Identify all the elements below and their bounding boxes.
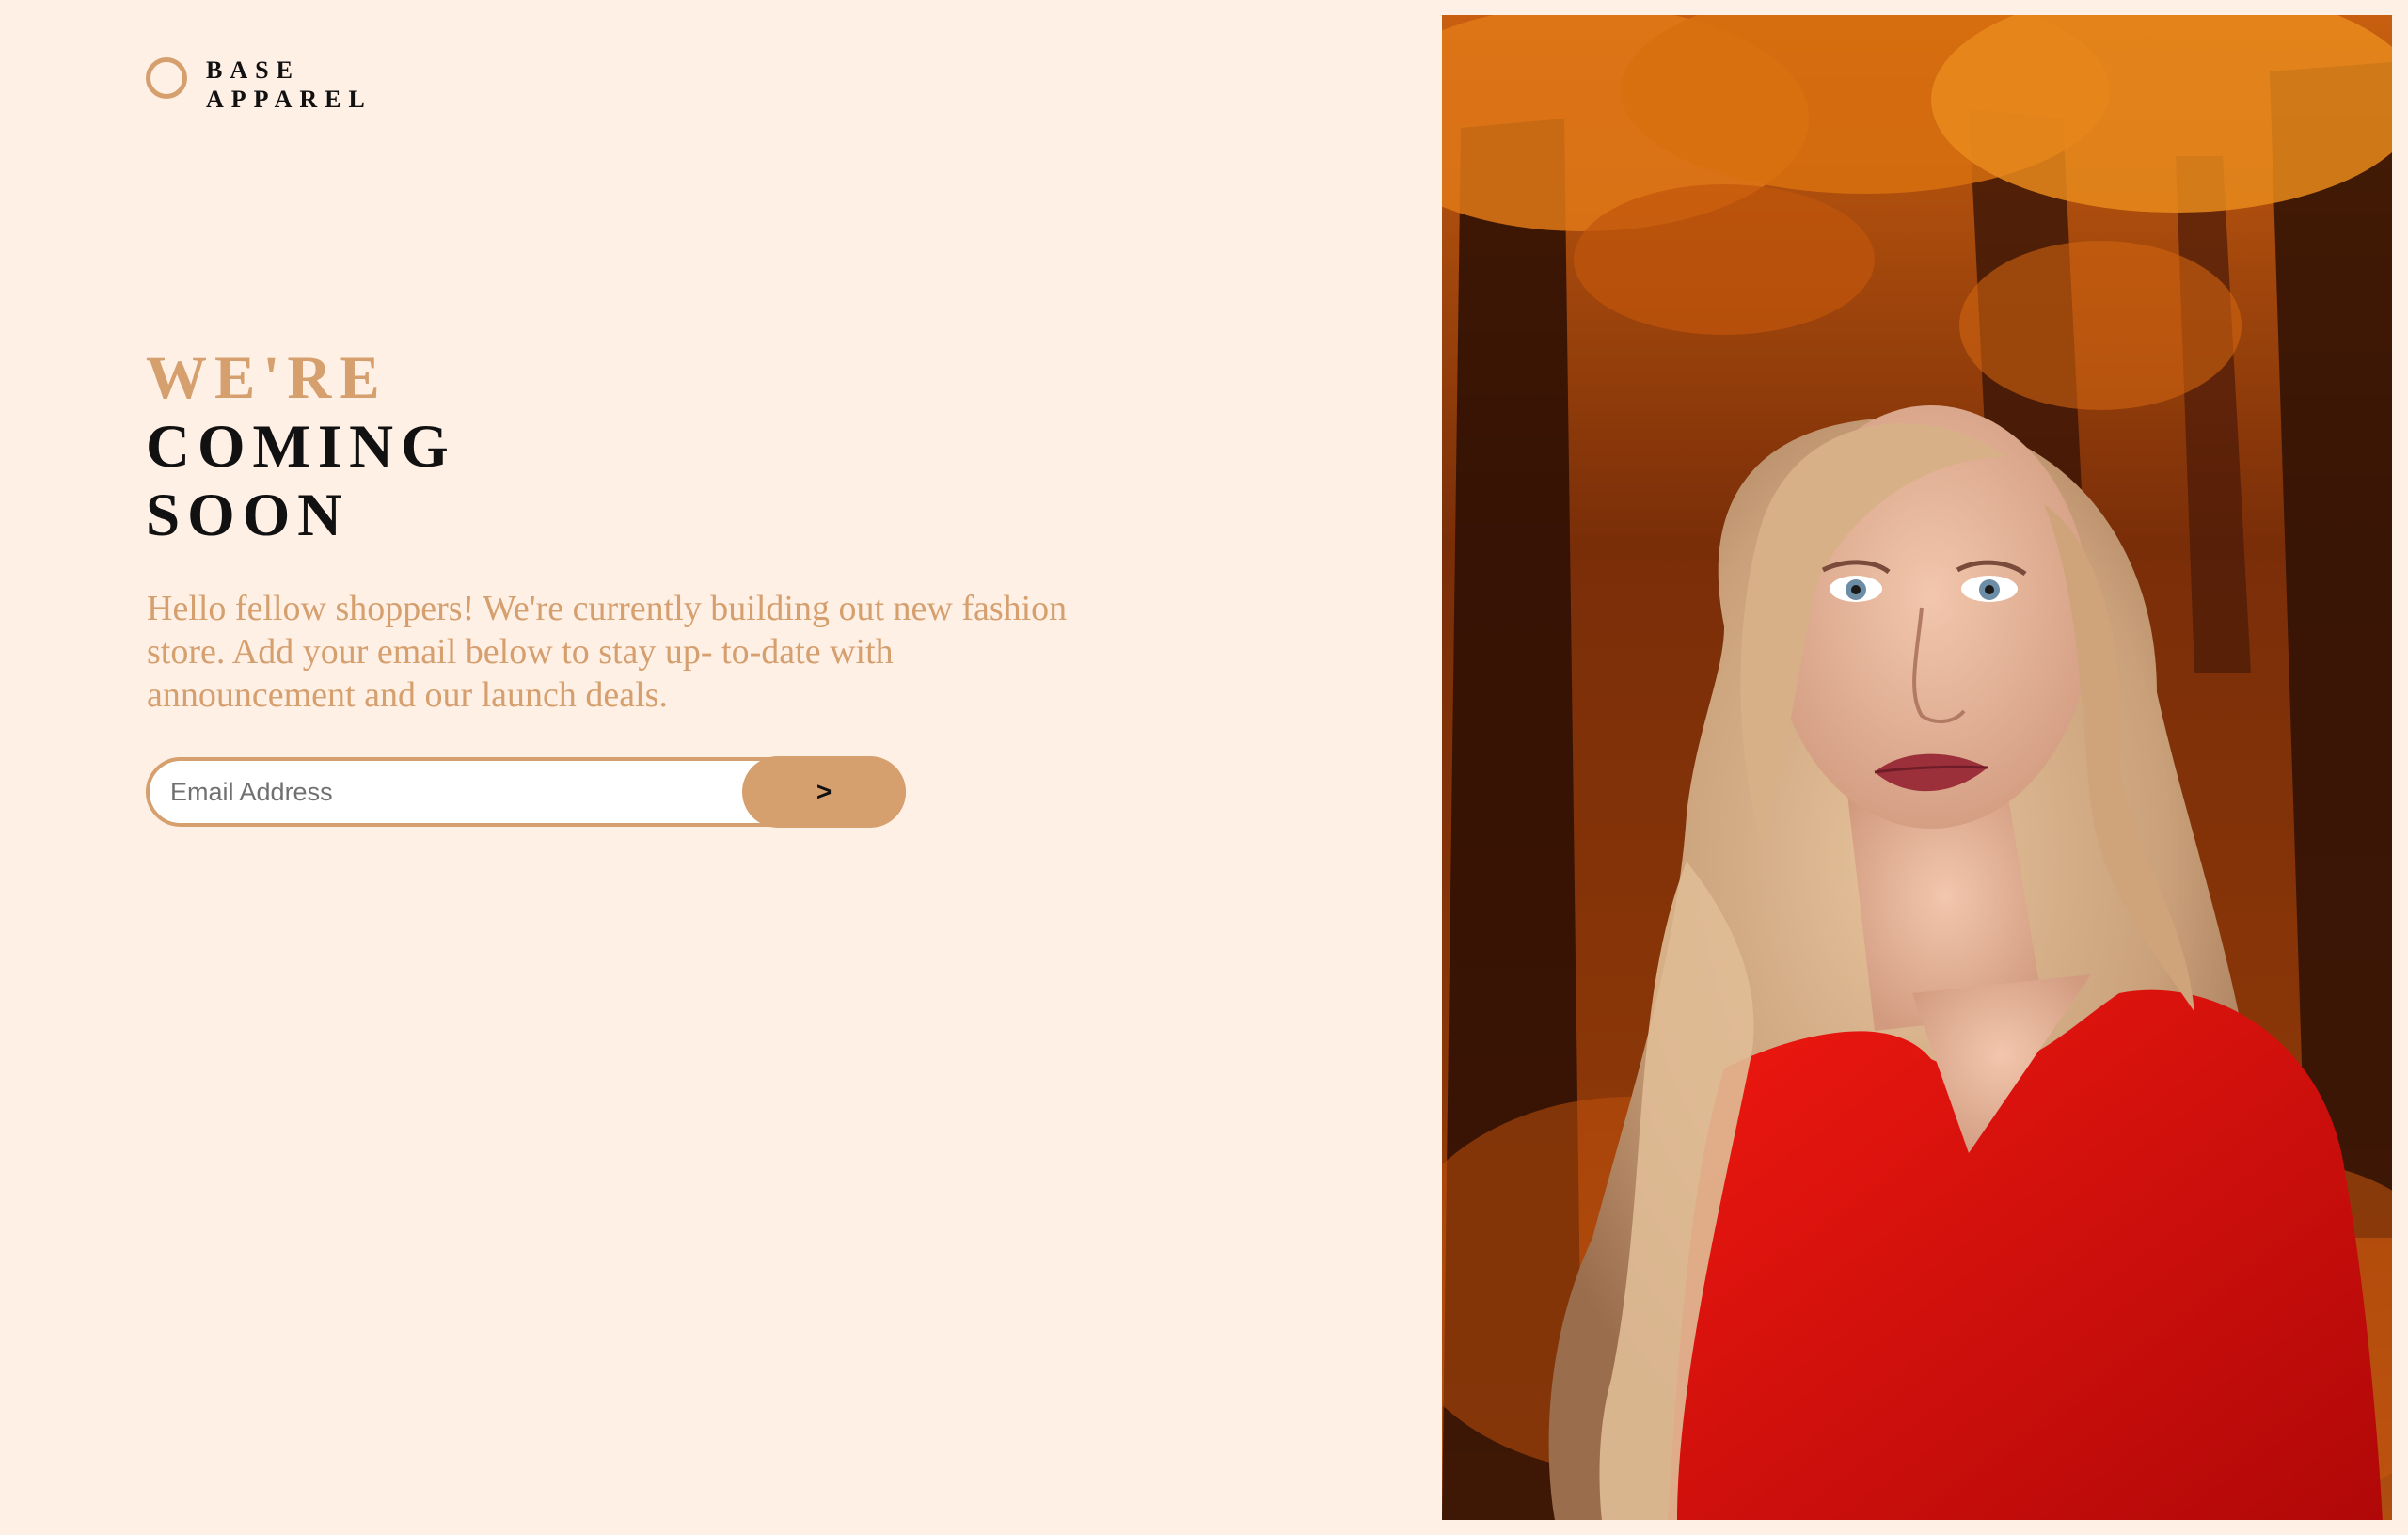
headline-accent: WE'RE xyxy=(146,344,388,412)
brand-name-line1: BASE xyxy=(206,56,300,84)
submit-button[interactable]: > xyxy=(742,756,906,828)
signup-form: > xyxy=(146,756,906,828)
intro-text: Hello fellow shoppers! We're currently b… xyxy=(147,589,1068,715)
brand-name-line2: APPAREL xyxy=(206,86,372,113)
headline-line2: COMING xyxy=(146,413,456,481)
logo-circle-icon xyxy=(146,57,187,99)
hero-photo-illustration xyxy=(1442,15,2392,1520)
hero-image xyxy=(1442,15,2392,1520)
brand-logo: BASE APPAREL xyxy=(146,56,372,114)
brand-name: BASE APPAREL xyxy=(206,55,372,114)
page-headline: WE'RE COMING SOON xyxy=(146,344,456,550)
headline-line3: SOON xyxy=(146,482,350,549)
